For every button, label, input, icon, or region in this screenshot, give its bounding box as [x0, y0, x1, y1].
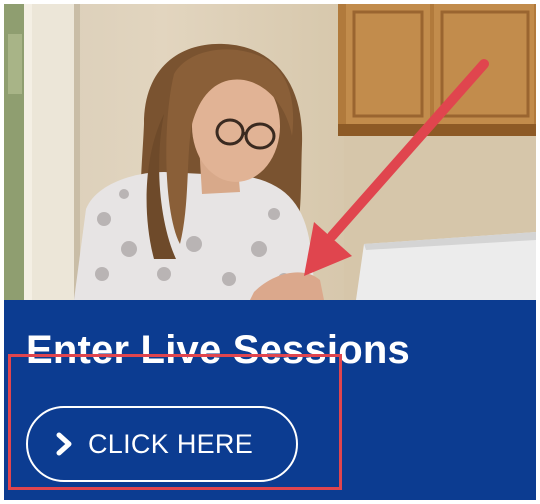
blue-panel: Enter Live Sessions CLICK HERE — [4, 300, 536, 500]
click-here-label: CLICK HERE — [88, 428, 254, 459]
chevron-right-icon — [56, 432, 72, 456]
hero-photo — [4, 4, 536, 300]
photo-illustration — [4, 4, 536, 300]
click-here-button[interactable]: CLICK HERE — [26, 406, 298, 482]
promo-card: Enter Live Sessions CLICK HERE — [4, 4, 536, 500]
card-title: Enter Live Sessions — [26, 328, 410, 372]
